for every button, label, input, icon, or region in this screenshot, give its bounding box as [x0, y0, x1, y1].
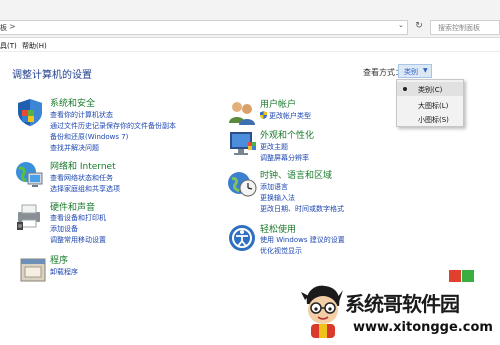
address-dropdown-icon[interactable]: ⌄ — [398, 21, 404, 29]
category-title[interactable]: 程序 — [50, 253, 68, 266]
menu-help[interactable]: 帮助(H) — [22, 41, 47, 51]
view-by-menu: 类别(C) 大图标(L) 小图标(S) — [396, 79, 464, 127]
refresh-icon[interactable]: ↻ — [413, 21, 425, 34]
link-view-computer-status[interactable]: 查看你的计算机状态 — [50, 110, 113, 120]
address-path[interactable]: 板 — [0, 23, 7, 33]
search-input[interactable]: 搜索控制面板 — [430, 20, 500, 35]
category-network-internet: 网络和 Internet 查看网络状态和任务 选择家庭组和共享选项 — [14, 159, 214, 195]
link-add-device[interactable]: 添加设备 — [50, 224, 78, 234]
category-hardware-sound: 硬件和声音 查看设备和打印机 添加设备 调整常用移动设置 — [14, 200, 214, 248]
link-optimize-visual-display[interactable]: 优化视觉显示 — [260, 246, 302, 256]
shield-flag-icon — [18, 99, 42, 126]
link-devices-printers[interactable]: 查看设备和打印机 — [50, 213, 106, 223]
link-troubleshoot[interactable]: 查找并解决问题 — [50, 143, 99, 153]
ease-of-access-icon — [229, 225, 255, 251]
link-file-history-backup[interactable]: 通过文件历史记录保存你的文件备份副本 — [50, 121, 176, 131]
view-option-category[interactable]: 类别(C) — [397, 82, 463, 96]
link-change-theme[interactable]: 更改主题 — [260, 142, 288, 152]
programs-icon — [20, 258, 46, 282]
category-title[interactable]: 用户帐户 — [260, 97, 296, 110]
category-ease-of-access: 轻松使用 使用 Windows 建议的设置 优化视觉显示 — [226, 222, 396, 258]
watermark-url: www.xitongge.com — [353, 320, 493, 335]
view-option-label: 大图标(L) — [418, 102, 449, 110]
chevron-down-icon: ▼ — [423, 67, 428, 74]
category-title[interactable]: 硬件和声音 — [50, 200, 95, 213]
view-by-label: 查看方式： — [363, 68, 403, 77]
address-bar-region: 板 > ⌄ ↻ 搜索控制面板 — [0, 0, 500, 38]
link-date-time-format[interactable]: 更改日期、时间或数字格式 — [260, 204, 344, 214]
watermark-blocks-icon — [449, 270, 474, 282]
category-title[interactable]: 轻松使用 — [260, 222, 296, 235]
network-globe-icon — [16, 162, 43, 187]
menu-tools[interactable]: 具(T) — [0, 41, 17, 51]
category-system-security: 系统和安全 查看你的计算机状态 通过文件历史记录保存你的文件备份副本 备份和还原… — [14, 96, 214, 156]
category-user-accounts: 用户帐户 更改帐户类型 — [226, 97, 396, 127]
watermark-mascot-logo — [301, 285, 343, 338]
monitor-palette-icon — [230, 132, 256, 155]
view-option-label: 类别(C) — [418, 86, 443, 94]
category-programs: 程序 卸载程序 — [18, 253, 218, 283]
link-homegroup-sharing[interactable]: 选择家庭组和共享选项 — [50, 184, 120, 194]
category-appearance: 外观和个性化 更改主题 调整屏幕分辨率 — [226, 128, 396, 164]
view-option-small-icons[interactable]: 小图标(S) — [397, 112, 463, 126]
address-field[interactable]: 板 > — [0, 20, 408, 35]
link-label: 更改帐户类型 — [269, 112, 311, 120]
view-by-value: 类别 — [404, 68, 418, 76]
link-add-language[interactable]: 添加语言 — [260, 182, 288, 192]
view-by-dropdown[interactable]: 类别 ▼ — [398, 64, 432, 78]
clock-globe-icon — [228, 172, 257, 197]
search-placeholder: 搜索控制面板 — [438, 24, 480, 32]
users-icon — [229, 102, 255, 125]
view-option-large-icons[interactable]: 大图标(L) — [397, 98, 463, 112]
link-mobility-settings[interactable]: 调整常用移动设置 — [50, 235, 106, 245]
menu-bar: 具(T) 帮助(H) — [0, 39, 500, 52]
category-title[interactable]: 网络和 Internet — [50, 159, 116, 172]
category-title[interactable]: 外观和个性化 — [260, 128, 314, 141]
category-clock-language-region: 时钟、语言和区域 添加语言 更换输入法 更改日期、时间或数字格式 — [226, 168, 396, 216]
link-change-input-method[interactable]: 更换输入法 — [260, 193, 295, 203]
breadcrumb-chevron-icon[interactable]: > — [9, 22, 16, 31]
watermark-title: 系统哥软件园 — [345, 292, 460, 316]
page-title: 调整计算机的设置 — [12, 70, 92, 81]
category-title[interactable]: 系统和安全 — [50, 96, 95, 109]
category-title[interactable]: 时钟、语言和区域 — [260, 168, 332, 181]
view-option-label: 小图标(S) — [418, 116, 449, 124]
link-change-account-type[interactable]: 更改帐户类型 — [260, 111, 311, 121]
link-uninstall-program[interactable]: 卸载程序 — [50, 267, 78, 277]
link-backup-restore[interactable]: 备份和还原(Windows 7) — [50, 132, 128, 142]
radio-selected-icon — [403, 87, 407, 91]
link-recommended-settings[interactable]: 使用 Windows 建议的设置 — [260, 235, 345, 245]
link-network-status[interactable]: 查看网络状态和任务 — [50, 173, 113, 183]
printer-speaker-icon — [17, 204, 40, 230]
uac-shield-icon — [260, 111, 267, 119]
link-screen-resolution[interactable]: 调整屏幕分辨率 — [260, 153, 309, 163]
